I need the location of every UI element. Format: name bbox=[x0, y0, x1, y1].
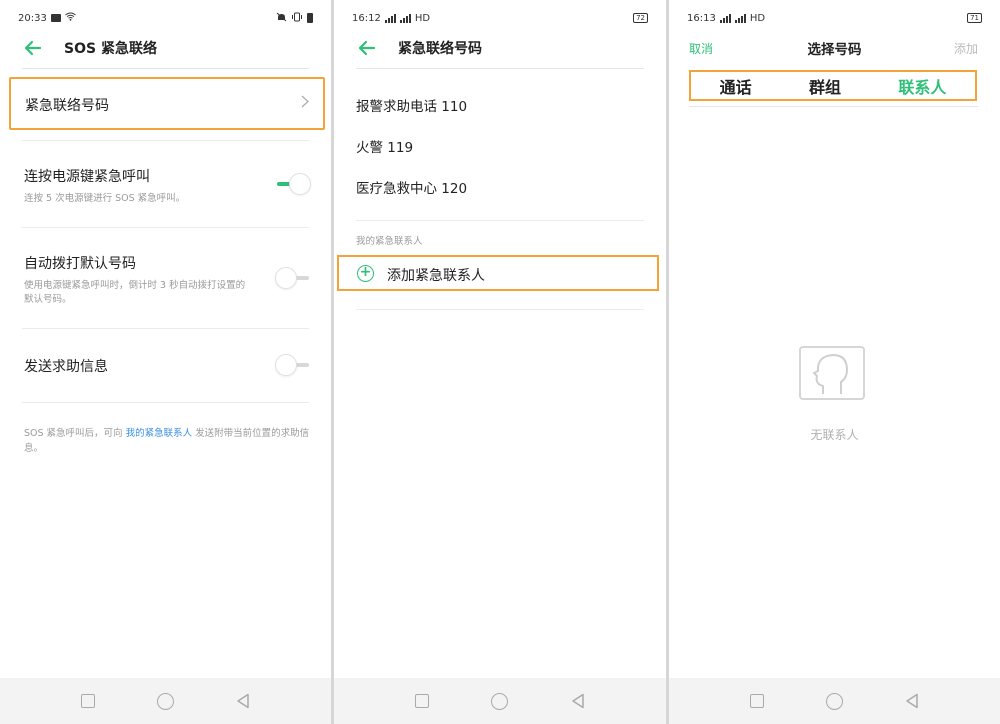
back-arrow-icon[interactable] bbox=[356, 37, 378, 59]
setting-description: 使用电源键紧急呼叫时，倒计时 3 秒自动拨打设置的默认号码。 bbox=[24, 280, 246, 305]
tab-contacts[interactable]: 联系人 bbox=[898, 74, 946, 98]
wifi-icon bbox=[65, 12, 76, 24]
page-title: SOS 紧急联络 bbox=[64, 41, 157, 57]
toggle-knob bbox=[275, 354, 297, 376]
ambulance-number-item[interactable]: 医疗急救中心 120 bbox=[356, 177, 467, 197]
signal-icon bbox=[399, 13, 411, 23]
divider bbox=[22, 328, 309, 329]
setting-title: 连按电源键紧急呼叫 bbox=[24, 169, 150, 185]
setting-auto-dial: 自动拨打默认号码 使用电源键紧急呼叫时，倒计时 3 秒自动拨打设置的默认号码。 bbox=[24, 253, 309, 307]
status-time: 16:13 bbox=[687, 12, 716, 24]
page-title: 选择号码 bbox=[807, 42, 862, 58]
status-time: 16:12 bbox=[352, 12, 381, 24]
footer-text: SOS 紧急呼叫后，可向 bbox=[24, 428, 126, 439]
mute-icon bbox=[276, 12, 287, 25]
page-title: 紧急联络号码 bbox=[398, 41, 482, 57]
divider bbox=[22, 402, 309, 403]
divider bbox=[356, 309, 644, 310]
toggle-knob bbox=[289, 173, 311, 195]
home-button[interactable] bbox=[491, 692, 509, 710]
power-key-call-toggle[interactable] bbox=[275, 173, 311, 195]
home-button[interactable] bbox=[157, 692, 174, 710]
home-button[interactable] bbox=[826, 692, 843, 710]
status-bar: 16:13 HD 71 bbox=[687, 10, 982, 26]
emergency-numbers-screen: 16:12 HD 72 紧急联络号码 报警求助电话 110 火警 119 医疗急… bbox=[334, 0, 666, 724]
add-button[interactable]: 添加 bbox=[954, 40, 978, 57]
app-header: SOS 紧急联络 bbox=[0, 34, 331, 62]
person-silhouette-icon bbox=[799, 346, 865, 400]
add-emergency-contact-label: 添加紧急联系人 bbox=[387, 268, 485, 284]
emergency-numbers-row[interactable]: 紧急联络号码 bbox=[9, 77, 325, 130]
footer-note: SOS 紧急呼叫后，可向 我的紧急联系人 发送附带当前位置的求助信息。 bbox=[24, 426, 314, 456]
send-help-toggle[interactable] bbox=[275, 354, 311, 376]
nav-back-button[interactable] bbox=[571, 693, 585, 709]
tab-divider bbox=[689, 106, 978, 107]
navigation-bar bbox=[669, 678, 1000, 724]
network-type: HD bbox=[414, 12, 431, 24]
signal-icon bbox=[719, 13, 731, 23]
police-number-item[interactable]: 报警求助电话 110 bbox=[356, 95, 467, 115]
setting-title: 发送求助信息 bbox=[24, 359, 108, 375]
divider bbox=[22, 140, 309, 141]
navigation-bar bbox=[334, 678, 666, 724]
emergency-numbers-label: 紧急联络号码 bbox=[25, 98, 109, 114]
divider bbox=[22, 227, 309, 228]
add-emergency-contact-button[interactable]: + 添加紧急联系人 bbox=[337, 255, 659, 291]
recent-apps-button[interactable] bbox=[415, 694, 430, 708]
tab-calls[interactable]: 通话 bbox=[720, 74, 752, 98]
setting-title: 自动拨打默认号码 bbox=[24, 256, 136, 272]
network-type: HD bbox=[749, 12, 766, 24]
recent-apps-button[interactable] bbox=[81, 694, 95, 708]
divider bbox=[356, 220, 644, 221]
toggle-knob bbox=[275, 267, 297, 289]
status-time: 20:33 bbox=[18, 12, 47, 24]
setting-power-key-call: 连按电源键紧急呼叫 连按 5 次电源键进行 SOS 紧急呼叫。 bbox=[24, 166, 309, 206]
signal-icon bbox=[734, 13, 746, 23]
sos-settings-screen: 20:33 SOS 紧急联络 紧急联络号码 连按电源键紧急呼叫 连按 5 次电源… bbox=[0, 0, 331, 724]
back-arrow-icon[interactable] bbox=[22, 37, 44, 59]
empty-state-text: 无联系人 bbox=[810, 428, 859, 442]
section-header: 我的紧急联系人 bbox=[356, 236, 423, 247]
nav-back-button[interactable] bbox=[236, 693, 250, 709]
status-bar: 20:33 bbox=[18, 10, 313, 26]
signal-icon bbox=[384, 13, 396, 23]
navigation-bar bbox=[0, 678, 331, 724]
nav-back-button[interactable] bbox=[905, 693, 919, 709]
fire-number-item[interactable]: 火警 119 bbox=[356, 136, 413, 156]
media-icon bbox=[50, 14, 61, 22]
chevron-right-icon bbox=[301, 95, 309, 112]
add-circle-icon: + bbox=[357, 265, 374, 282]
tab-bar: 通话 群组 联系人 bbox=[689, 70, 977, 101]
header-divider bbox=[22, 68, 309, 69]
tab-groups[interactable]: 群组 bbox=[809, 74, 841, 98]
recent-apps-button[interactable] bbox=[750, 694, 764, 708]
status-bar: 16:12 HD 72 bbox=[352, 10, 648, 26]
battery-level: 72 bbox=[633, 13, 648, 23]
battery-icon bbox=[307, 13, 313, 23]
select-number-screen: 16:13 HD 71 取消 选择号码 添加 通话 群组 联系人 无联系人 bbox=[669, 0, 1000, 724]
setting-description: 连按 5 次电源键进行 SOS 紧急呼叫。 bbox=[24, 193, 186, 204]
app-header: 紧急联络号码 bbox=[334, 34, 666, 62]
header-divider bbox=[356, 68, 644, 69]
vibrate-icon bbox=[291, 12, 303, 25]
auto-dial-toggle[interactable] bbox=[275, 267, 311, 289]
setting-send-help-message: 发送求助信息 bbox=[24, 356, 309, 376]
my-emergency-contacts-link[interactable]: 我的紧急联系人 bbox=[126, 428, 193, 439]
battery-level: 71 bbox=[967, 13, 982, 23]
